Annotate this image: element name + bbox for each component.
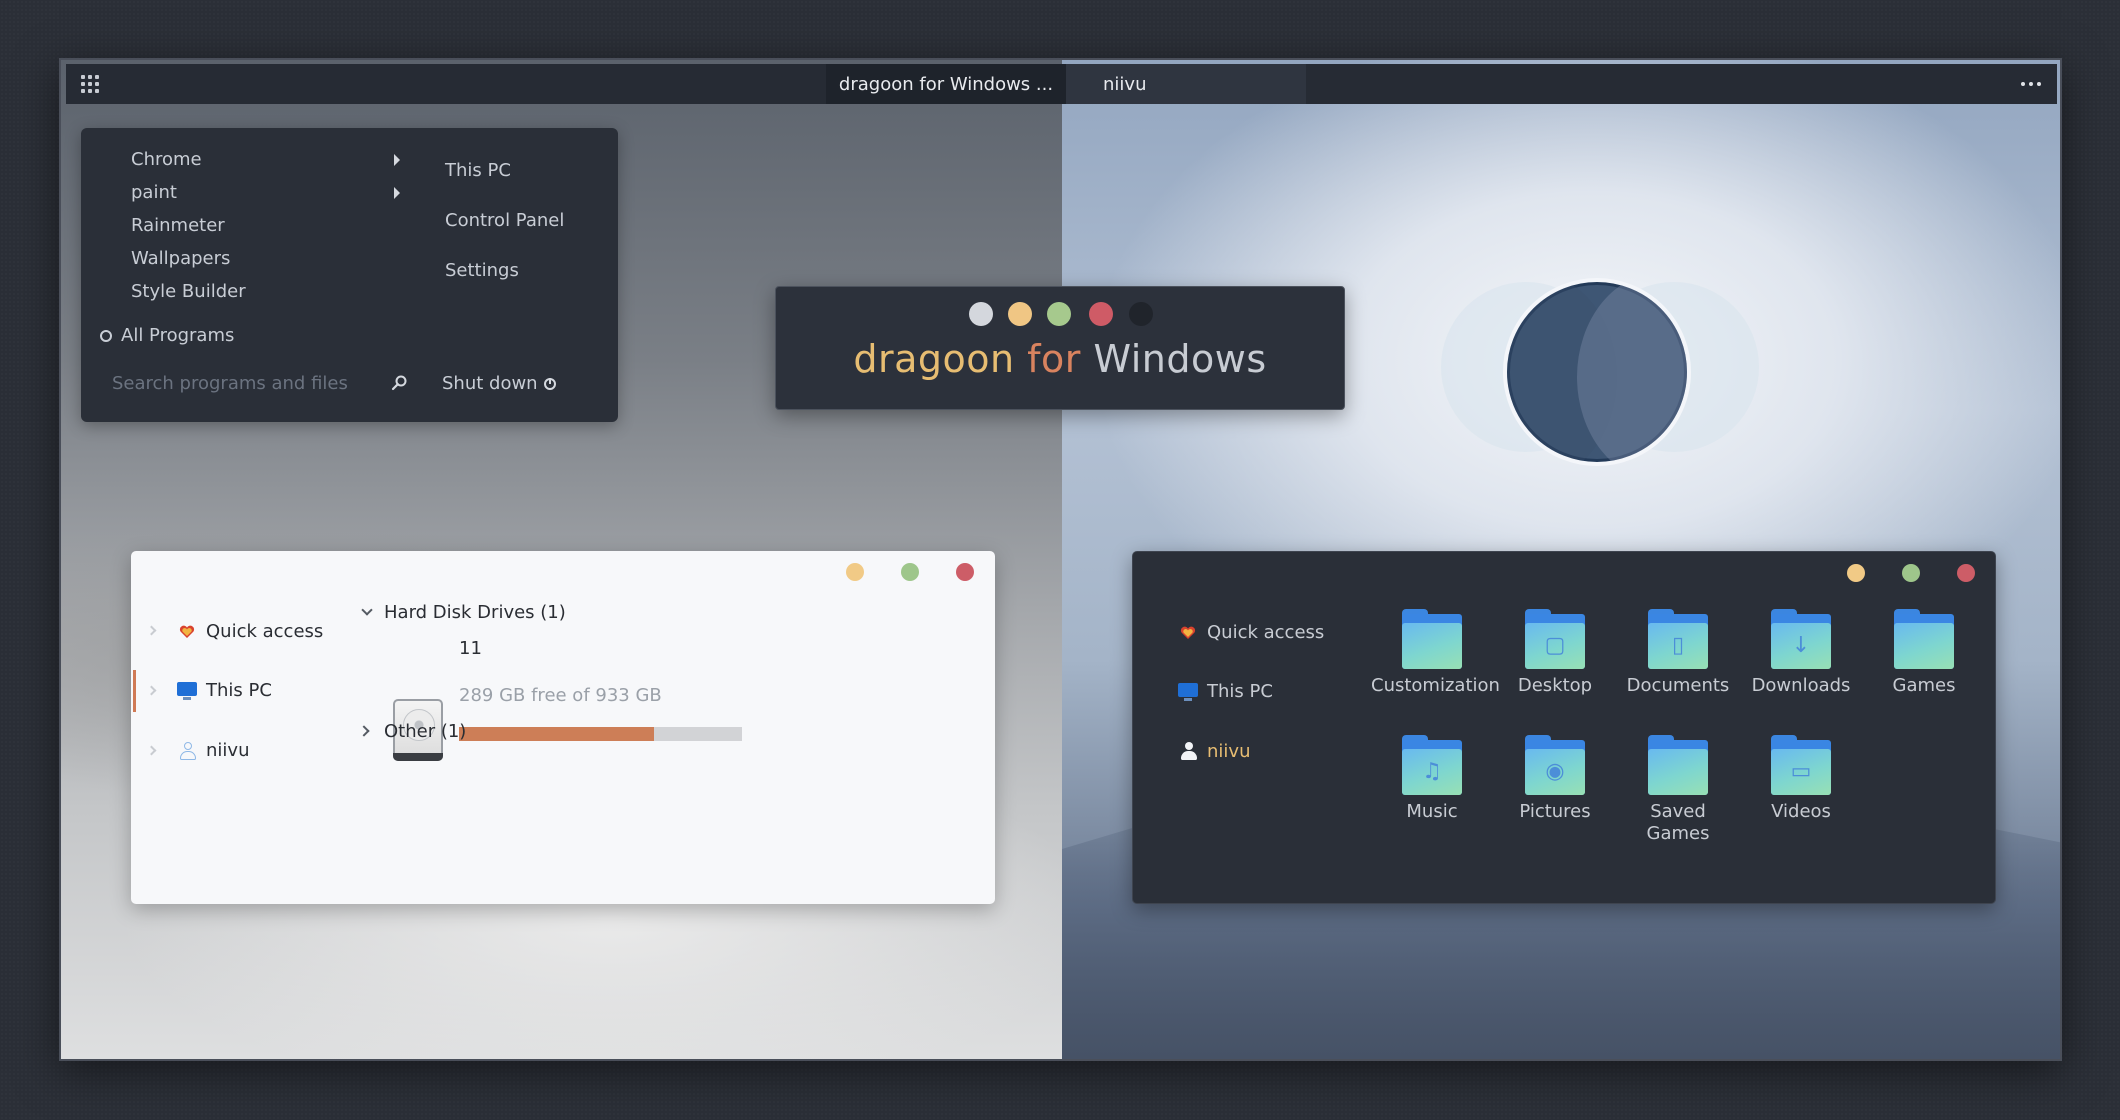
pc-icon: [177, 682, 197, 700]
more-options-icon[interactable]: [2021, 82, 2041, 86]
all-programs-icon: [100, 330, 112, 342]
nav-this-pc[interactable]: This PC: [1207, 681, 1273, 702]
nav-quick-access[interactable]: Quick access: [206, 621, 323, 642]
wordmark-dragoon: dragoon: [853, 337, 1015, 381]
wordmark-for: for: [1027, 337, 1081, 381]
start-item-chrome[interactable]: Chrome: [131, 148, 202, 172]
folder-downloads[interactable]: ↓ Downloads: [1740, 609, 1862, 697]
close-button[interactable]: [1957, 564, 1975, 582]
swatch-green: [1047, 302, 1071, 326]
heart-icon: [1180, 626, 1196, 639]
top-bar: dragoon for Windows ... niivu: [66, 64, 2057, 104]
folder-label: Music: [1406, 801, 1458, 822]
start-item-rainmeter[interactable]: Rainmeter: [131, 214, 225, 238]
videos-folder-icon: ▭: [1771, 735, 1831, 795]
downloads-folder-icon: ↓: [1771, 609, 1831, 669]
start-item-style-builder[interactable]: Style Builder: [131, 280, 246, 304]
explorer-window-light: Quick access This PC niivu Hard Disk Dri…: [131, 551, 995, 904]
start-place-this-pc[interactable]: This PC: [445, 159, 511, 183]
pictures-folder-icon: ◉: [1525, 735, 1585, 795]
expand-chevron-icon[interactable]: [146, 685, 157, 696]
submenu-arrow-icon: [394, 187, 400, 199]
expand-chevron-icon[interactable]: [358, 725, 370, 737]
folder-videos[interactable]: ▭ Videos: [1740, 735, 1862, 823]
desktop-frame: dragoon for Windows ... niivu Chrome pai…: [59, 58, 2062, 1061]
folder-desktop[interactable]: ▢ Desktop: [1494, 609, 1616, 697]
nav-active-indicator: [133, 670, 136, 712]
all-programs-button[interactable]: All Programs: [121, 324, 234, 348]
minimize-button[interactable]: [1847, 564, 1865, 582]
folder-label: Documents: [1626, 675, 1730, 696]
app-grid-icon[interactable]: [81, 75, 99, 93]
wordmark-windows: Windows: [1093, 337, 1267, 381]
section-hard-disk-drives[interactable]: Hard Disk Drives (1): [384, 602, 566, 623]
folder-label: Videos: [1771, 801, 1831, 822]
maximize-button[interactable]: [1902, 564, 1920, 582]
dragoon-wordmark: dragoon for Windows: [776, 337, 1344, 381]
folder-icon: [1648, 735, 1708, 795]
folder-label: Downloads: [1751, 675, 1851, 696]
folder-documents[interactable]: ▯ Documents: [1617, 609, 1739, 697]
swatch-dark: [1129, 302, 1153, 326]
maximize-button[interactable]: [901, 563, 919, 581]
tab-dragoon[interactable]: dragoon for Windows ...: [826, 64, 1066, 104]
power-icon[interactable]: [544, 378, 556, 390]
tab-niivu[interactable]: niivu: [1066, 64, 1306, 104]
search-icon[interactable]: [391, 375, 407, 391]
start-item-paint[interactable]: paint: [131, 181, 177, 205]
nav-niivu[interactable]: niivu: [206, 740, 249, 761]
dragoon-logo-card: dragoon for Windows: [775, 286, 1345, 410]
folder-music[interactable]: ♫ Music: [1371, 735, 1493, 823]
swatch-red: [1089, 302, 1113, 326]
folder-saved-games[interactable]: Saved Games: [1617, 735, 1739, 845]
folder-label: Saved Games: [1646, 801, 1710, 844]
start-item-wallpapers[interactable]: Wallpapers: [131, 247, 230, 271]
swatch-light: [969, 302, 993, 326]
drive-free-text: 289 GB free of 933 GB: [459, 685, 662, 706]
nav-quick-access[interactable]: Quick access: [1207, 622, 1324, 643]
user-icon: [1180, 742, 1198, 760]
music-folder-icon: ♫: [1402, 735, 1462, 795]
close-button[interactable]: [956, 563, 974, 581]
submenu-arrow-icon: [394, 154, 400, 166]
folder-icon: [1894, 609, 1954, 669]
folder-games[interactable]: Games: [1863, 609, 1985, 697]
start-place-control-panel[interactable]: Control Panel: [445, 209, 564, 233]
folder-label: Pictures: [1519, 801, 1591, 822]
folder-icon: [1402, 609, 1462, 669]
start-menu: Chrome paint Rainmeter Wallpapers Style …: [81, 128, 618, 422]
heart-icon: [179, 625, 195, 638]
documents-folder-icon: ▯: [1648, 609, 1708, 669]
folder-label: Customization: [1371, 675, 1500, 696]
folder-label: Games: [1892, 675, 1956, 696]
pc-icon: [1178, 683, 1198, 701]
folder-pictures[interactable]: ◉ Pictures: [1494, 735, 1616, 823]
nav-this-pc[interactable]: This PC: [206, 680, 272, 701]
expand-chevron-icon[interactable]: [146, 745, 157, 756]
shutdown-button[interactable]: Shut down: [442, 373, 538, 394]
user-icon: [179, 742, 197, 760]
explorer-window-dark: Quick access This PC niivu Customization…: [1132, 551, 1996, 904]
desktop-folder-icon: ▢: [1525, 609, 1585, 669]
start-place-settings[interactable]: Settings: [445, 259, 519, 283]
swatch-yellow: [1008, 302, 1032, 326]
drive-usage-bar: [459, 727, 742, 741]
wallpaper-emblem: [1503, 278, 1691, 466]
drive-name[interactable]: 11: [459, 638, 482, 659]
folder-customization[interactable]: Customization: [1371, 609, 1500, 697]
minimize-button[interactable]: [846, 563, 864, 581]
collapse-chevron-icon[interactable]: [361, 604, 373, 616]
start-search-input[interactable]: Search programs and files: [112, 373, 348, 394]
nav-niivu[interactable]: niivu: [1207, 741, 1250, 762]
expand-chevron-icon[interactable]: [146, 625, 157, 636]
folder-label: Desktop: [1517, 675, 1593, 696]
section-other[interactable]: Other (1): [384, 721, 466, 742]
